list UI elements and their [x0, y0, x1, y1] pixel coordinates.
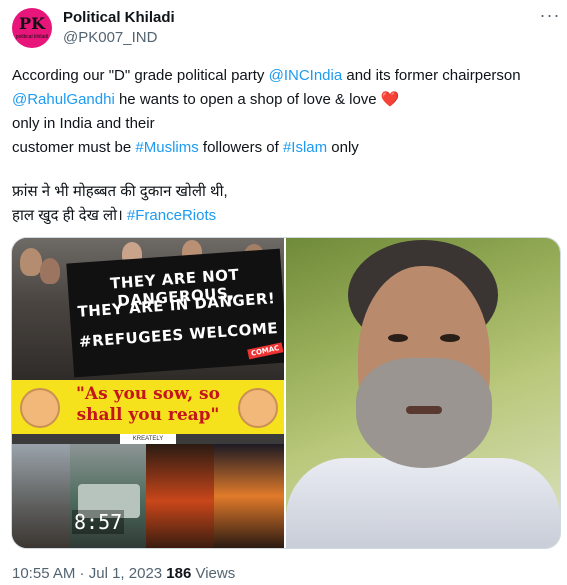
portrait-mouth: [406, 406, 442, 414]
media-grid: THEY ARE NOT DANGEROUS, THEY ARE IN DANG…: [11, 237, 561, 549]
avatar[interactable]: PK political khiladi: [12, 8, 52, 48]
hashtag-france-riots[interactable]: #FranceRiots: [127, 207, 216, 224]
author-handle[interactable]: @PK007_IND: [63, 29, 157, 46]
mention-rahul-gandhi[interactable]: @RahulGandhi: [12, 91, 115, 108]
views-count: 186: [166, 565, 192, 582]
author-display-name[interactable]: Political Khiladi: [63, 9, 175, 26]
avatar-subtext: political khiladi: [15, 34, 49, 40]
hindi-line-2: हाल खुद ही देख लो।: [12, 207, 127, 224]
heart-emoji: ❤️: [380, 91, 400, 108]
portrait-image[interactable]: [286, 238, 560, 548]
tweet-meta: 10:55 AM · Jul 1, 2023 186 Views: [12, 565, 235, 582]
tweet-paragraph-1: According our "D" grade political party …: [12, 64, 552, 160]
avatar-logo-text: PK: [19, 14, 45, 33]
pointing-hand-icon: [238, 388, 278, 428]
watermark: KREATELY: [120, 434, 176, 444]
hashtag-islam[interactable]: #Islam: [283, 139, 327, 156]
collage-image[interactable]: THEY ARE NOT DANGEROUS, THEY ARE IN DANG…: [12, 238, 284, 548]
views-label: Views: [191, 565, 236, 582]
tweet-time[interactable]: 10:55 AM: [12, 565, 75, 582]
portrait-eye: [388, 334, 408, 342]
riot-photos: 8:57: [12, 444, 284, 548]
text-segment: followers of: [198, 139, 283, 156]
more-horizontal-icon[interactable]: ···: [538, 6, 562, 28]
text-segment: only: [327, 139, 359, 156]
riot-photo-1: [12, 444, 70, 548]
protest-banner: THEY ARE NOT DANGEROUS, THEY ARE IN DANG…: [66, 248, 284, 378]
quote-line-1: "As you sow, so: [76, 384, 220, 404]
text-segment: only in India and their: [12, 115, 155, 132]
hindi-line-1: फ्रांस ने भी मोहब्बत की दुकान खोली थी,: [12, 183, 228, 200]
mention-inc-india[interactable]: @INCIndia: [269, 67, 343, 84]
quote-line-2: shall you reap": [76, 405, 220, 425]
tweet-paragraph-2: फ्रांस ने भी मोहब्बत की दुकान खोली थी, ह…: [12, 180, 552, 228]
text-segment: and its former chairperson: [342, 67, 521, 84]
protest-photo: THEY ARE NOT DANGEROUS, THEY ARE IN DANG…: [12, 238, 284, 380]
text-segment: According our "D" grade political party: [12, 67, 269, 84]
hashtag-muslims[interactable]: #Muslims: [135, 139, 198, 156]
riot-photo-3: [146, 444, 214, 548]
banner-tag: COMAC: [247, 342, 284, 360]
clock-display: 8:57: [72, 510, 125, 534]
text-segment: customer must be: [12, 139, 136, 156]
text-segment: he wants to open a shop of love & love: [114, 91, 381, 108]
tweet: PK political khiladi Political Khiladi @…: [0, 0, 567, 585]
quote-text: "As you sow, so shall you reap": [62, 384, 234, 426]
tweet-date[interactable]: Jul 1, 2023: [89, 565, 162, 582]
portrait-shirt: [286, 458, 560, 548]
banner-line-3: #REFUGEES WELCOME: [78, 319, 279, 351]
portrait-eye: [440, 334, 460, 342]
riot-photo-4: [214, 444, 284, 548]
tweet-text: According our "D" grade political party …: [12, 64, 552, 228]
quote-strip: "As you sow, so shall you reap": [12, 380, 284, 434]
fist-icon: [20, 388, 60, 428]
meta-separator: ·: [75, 565, 89, 582]
